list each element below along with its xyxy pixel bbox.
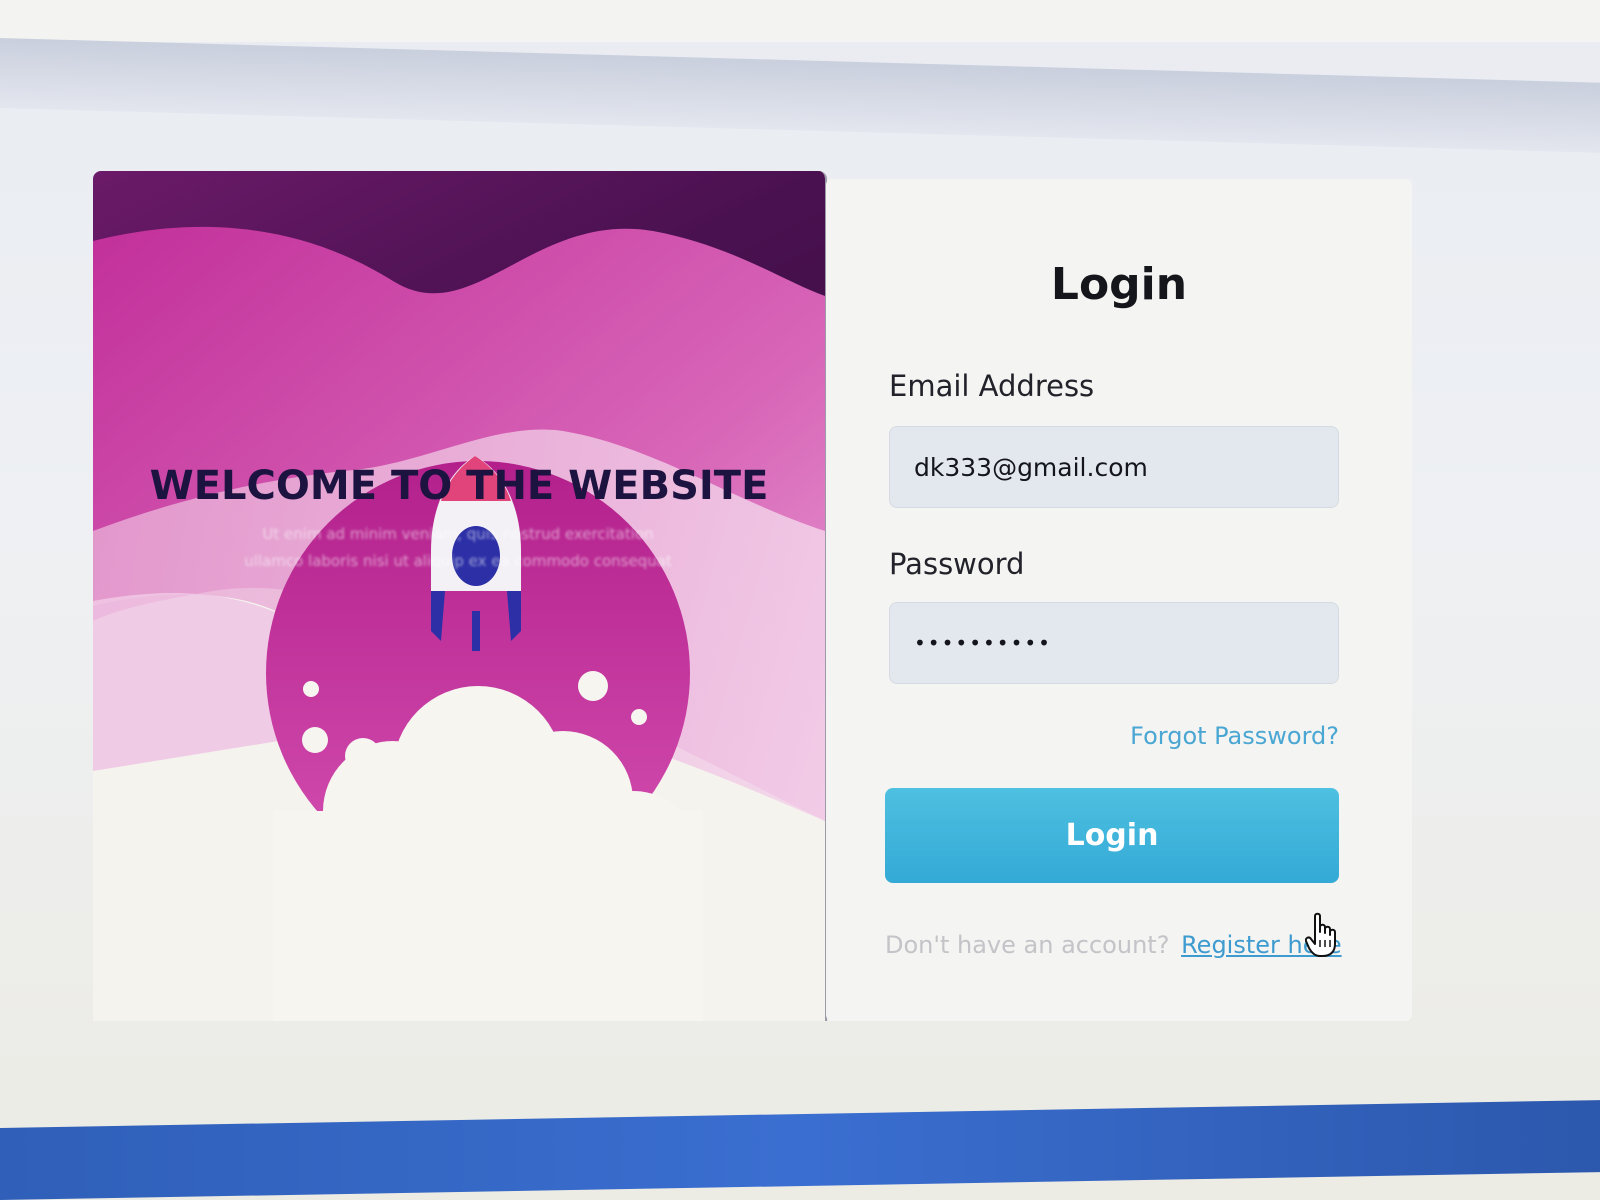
rocket-launch-illustration — [93, 171, 825, 1021]
hand-pointer-icon — [1304, 912, 1339, 962]
browser-top-bar — [0, 0, 1600, 42]
email-input[interactable] — [889, 426, 1339, 508]
hero-card: WELCOME TO THE WEBSITE Ut enim ad minim … — [93, 171, 827, 1021]
login-button[interactable]: Login — [885, 788, 1339, 883]
hero-title: WELCOME TO THE WEBSITE — [149, 463, 769, 509]
browser-header-shade — [0, 38, 1600, 153]
hero-subtitle: Ut enim ad minim veniam, quis nostrud ex… — [244, 525, 672, 570]
register-prompt-text: Don't have an account? — [885, 931, 1170, 959]
login-title: Login — [1050, 259, 1188, 310]
password-input[interactable] — [889, 602, 1339, 684]
taskbar — [0, 1100, 1600, 1200]
email-label: Email Address — [889, 369, 1095, 403]
login-panel: Login Email Address Password Forgot Pass… — [826, 179, 1412, 1021]
password-label: Password — [889, 547, 1025, 581]
forgot-password-link[interactable]: Forgot Password? — [1119, 722, 1339, 750]
register-prompt-row: Don't have an account? Register here — [885, 931, 1345, 959]
